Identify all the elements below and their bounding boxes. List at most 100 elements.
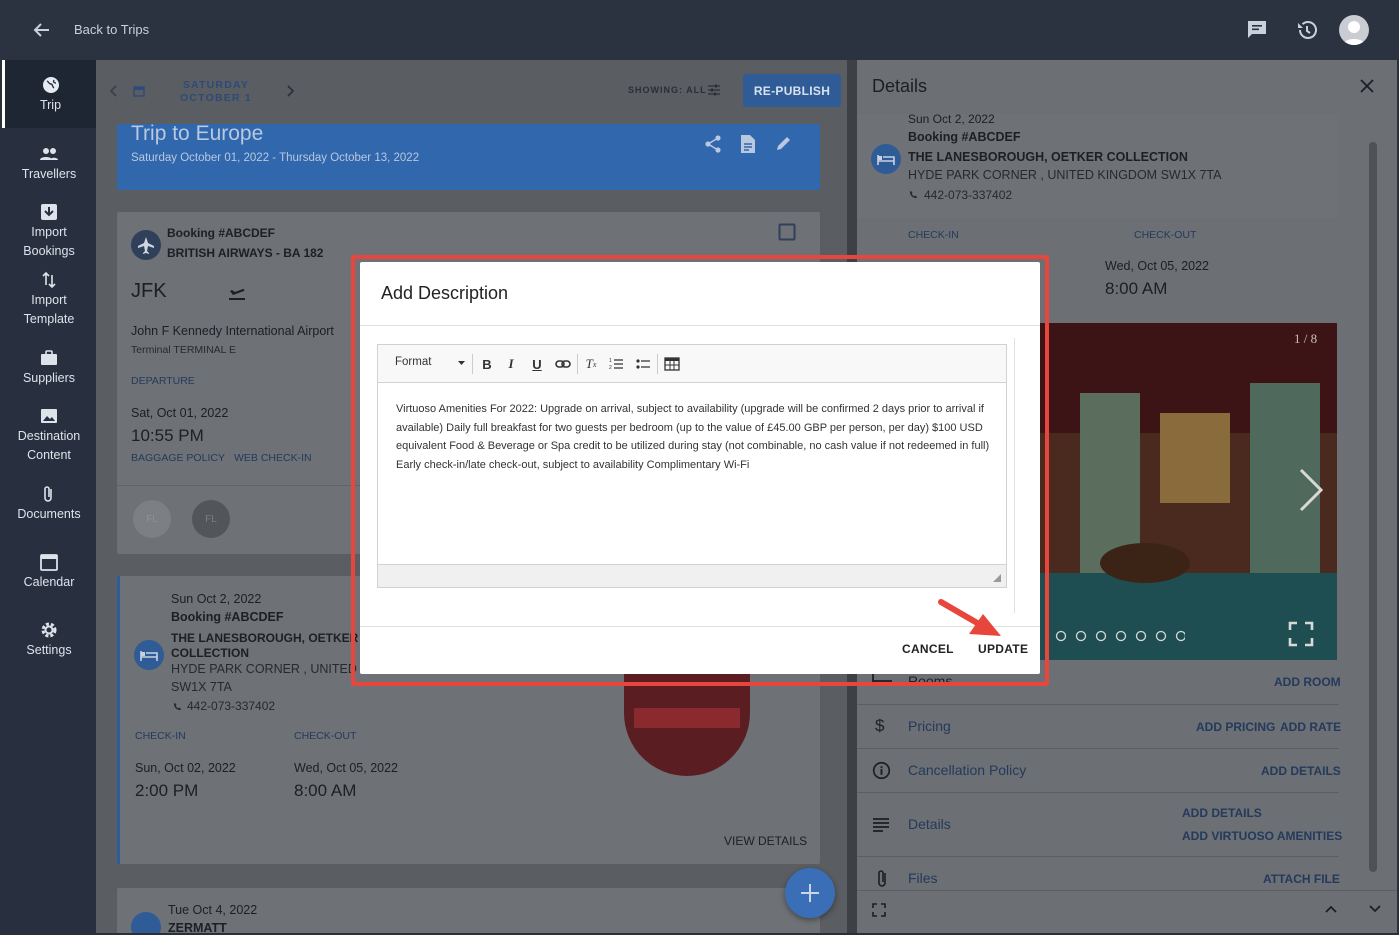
sidebar-item-travellers[interactable]: Travellers bbox=[2, 144, 96, 184]
checkin-label: CHECK-IN bbox=[135, 730, 186, 742]
attach-file-link[interactable]: ATTACH FILE bbox=[1263, 872, 1340, 886]
next-booking-card[interactable]: Tue Oct 4, 2022 ZERMATT bbox=[117, 888, 820, 933]
chevron-down-icon[interactable] bbox=[1368, 904, 1382, 914]
traveller-chip[interactable]: FL bbox=[133, 500, 171, 538]
cancellation-label: Cancellation Policy bbox=[908, 762, 1027, 778]
numbered-list-icon[interactable]: 12 bbox=[609, 357, 623, 371]
bullet-list-icon[interactable] bbox=[636, 357, 650, 371]
history-icon[interactable] bbox=[1295, 18, 1319, 42]
add-virtuoso-amenities-link[interactable]: ADD VIRTUOSO AMENITIES bbox=[1182, 829, 1342, 843]
resize-handle-icon[interactable] bbox=[993, 574, 1001, 582]
details-scrollbar[interactable] bbox=[1369, 142, 1377, 872]
sidebar-item-import-template[interactable]: Import Template bbox=[2, 270, 96, 329]
sidebar-item-import-bookings[interactable]: Import Bookings bbox=[2, 202, 96, 261]
filter-sliders-icon[interactable] bbox=[708, 84, 720, 96]
sidebar: Trip Travellers Import Bookings Import T… bbox=[2, 60, 96, 933]
sidebar-item-trip[interactable]: Trip bbox=[2, 60, 96, 128]
calendar-icon[interactable] bbox=[133, 85, 145, 97]
photo-counter: 1 / 8 bbox=[1294, 331, 1318, 346]
svg-text:2: 2 bbox=[609, 365, 612, 371]
checkin-date: Sun, Oct 02, 2022 bbox=[135, 761, 236, 775]
top-bar: Back to Trips bbox=[0, 0, 1399, 60]
carousel-dots[interactable] bbox=[1055, 629, 1185, 643]
add-details-link[interactable]: ADD DETAILS bbox=[1261, 764, 1341, 778]
bold-icon[interactable]: B bbox=[479, 356, 495, 372]
details-date: Sun Oct 2, 2022 bbox=[908, 112, 995, 126]
sidebar-item-documents[interactable]: Documents bbox=[2, 484, 96, 524]
add-rate-link[interactable]: ADD RATE bbox=[1280, 720, 1341, 734]
sidebar-item-suppliers[interactable]: Suppliers bbox=[2, 348, 96, 388]
details-checkout-time: 8:00 AM bbox=[1105, 279, 1168, 298]
user-avatar[interactable] bbox=[1339, 15, 1369, 45]
bed-icon bbox=[134, 640, 164, 670]
sidebar-item-label: Travellers bbox=[21, 167, 77, 181]
traveller-chip[interactable]: FL bbox=[192, 500, 230, 538]
link-icon[interactable] bbox=[555, 359, 571, 369]
close-icon[interactable] bbox=[1359, 78, 1375, 94]
back-arrow-icon[interactable] bbox=[32, 20, 52, 40]
web-checkin-link[interactable]: WEB CHECK-IN bbox=[234, 452, 312, 464]
sidebar-item-destination-content[interactable]: Destination Content bbox=[2, 406, 96, 465]
date-label: OCTOBER 1 bbox=[180, 92, 252, 104]
airplane-icon bbox=[131, 230, 161, 260]
next-name: ZERMATT bbox=[168, 921, 227, 933]
paperclip-icon bbox=[44, 486, 52, 502]
chat-icon[interactable] bbox=[1245, 18, 1269, 42]
update-button[interactable]: UPDATE bbox=[978, 642, 1028, 656]
table-icon[interactable] bbox=[664, 357, 680, 371]
add-room-link[interactable]: ADD ROOM bbox=[1274, 675, 1341, 689]
hotel-name-line1: THE LANESBOROUGH, OETKER bbox=[171, 631, 359, 645]
details-phone[interactable]: 442-073-337402 bbox=[924, 188, 1012, 202]
rich-text-editor[interactable]: Format B I U Tx 12 Virtuoso Amenities Fo… bbox=[377, 344, 1007, 588]
next-date: Tue Oct 4, 2022 bbox=[168, 903, 258, 917]
divider bbox=[472, 354, 473, 374]
cancel-button[interactable]: CANCEL bbox=[902, 642, 954, 656]
details-hotel-name: THE LANESBOROUGH, OETKER COLLECTION bbox=[908, 150, 1188, 164]
add-details-link-2[interactable]: ADD DETAILS bbox=[1182, 806, 1262, 820]
hotel-address-line2: SW1X 7TA bbox=[171, 680, 232, 694]
clear-format-icon[interactable]: Tx bbox=[583, 356, 599, 372]
pricing-row: $ Pricing ADD PRICING ADD RATE bbox=[857, 704, 1341, 748]
edit-pencil-icon[interactable] bbox=[775, 134, 793, 152]
calendar-icon bbox=[40, 554, 58, 571]
departure-time: 10:55 PM bbox=[131, 426, 204, 445]
hotel-name-line2: COLLECTION bbox=[171, 646, 249, 660]
document-icon[interactable] bbox=[739, 134, 757, 154]
sidebar-item-settings[interactable]: Settings bbox=[2, 620, 96, 660]
hotel-phone[interactable]: 442-073-337402 bbox=[187, 699, 275, 713]
expand-icon[interactable] bbox=[872, 903, 886, 917]
format-dropdown[interactable]: Format bbox=[395, 356, 431, 368]
editor-content[interactable]: Virtuoso Amenities For 2022: Upgrade on … bbox=[396, 400, 990, 474]
chevron-up-icon[interactable] bbox=[1324, 904, 1338, 914]
add-pricing-link[interactable]: ADD PRICING bbox=[1196, 720, 1275, 734]
hotel-booking-number: Booking #ABCDEF bbox=[171, 610, 284, 624]
share-icon[interactable] bbox=[703, 134, 723, 154]
dollar-icon: $ bbox=[875, 716, 885, 735]
sidebar-item-label: Destination Content bbox=[17, 429, 81, 462]
baggage-policy-link[interactable]: BAGGAGE POLICY bbox=[131, 452, 225, 464]
briefcase-icon bbox=[41, 350, 57, 365]
terminal: Terminal TERMINAL E bbox=[131, 344, 237, 356]
chevron-left-icon[interactable] bbox=[108, 84, 118, 98]
republish-button[interactable]: RE-PUBLISH bbox=[743, 74, 841, 107]
checkbox-icon[interactable] bbox=[778, 223, 796, 241]
chevron-right-icon[interactable] bbox=[1297, 468, 1325, 512]
dialog-scrollbar[interactable] bbox=[1014, 338, 1015, 613]
chevron-right-icon[interactable] bbox=[286, 84, 296, 98]
dialog-title: Add Description bbox=[381, 283, 509, 303]
text-lines-icon bbox=[873, 818, 889, 832]
italic-icon[interactable]: I bbox=[503, 356, 519, 372]
sidebar-item-label: Documents bbox=[17, 507, 81, 521]
add-fab-button[interactable] bbox=[785, 868, 835, 918]
divider bbox=[577, 354, 578, 374]
departure-date: Sat, Oct 01, 2022 bbox=[131, 406, 229, 420]
checkout-date: Wed, Oct 05, 2022 bbox=[294, 761, 398, 775]
fullscreen-icon[interactable] bbox=[1288, 621, 1314, 647]
hotel-photo-carousel[interactable]: 1 / 8 bbox=[1040, 323, 1337, 660]
filter-showing-label[interactable]: SHOWING: ALL bbox=[628, 85, 707, 95]
svg-text:1: 1 bbox=[609, 358, 612, 364]
view-details-link[interactable]: VIEW DETAILS bbox=[724, 834, 807, 848]
back-to-trips-link[interactable]: Back to Trips bbox=[74, 22, 149, 37]
sidebar-item-calendar[interactable]: Calendar bbox=[2, 552, 96, 592]
underline-icon[interactable]: U bbox=[529, 356, 545, 372]
